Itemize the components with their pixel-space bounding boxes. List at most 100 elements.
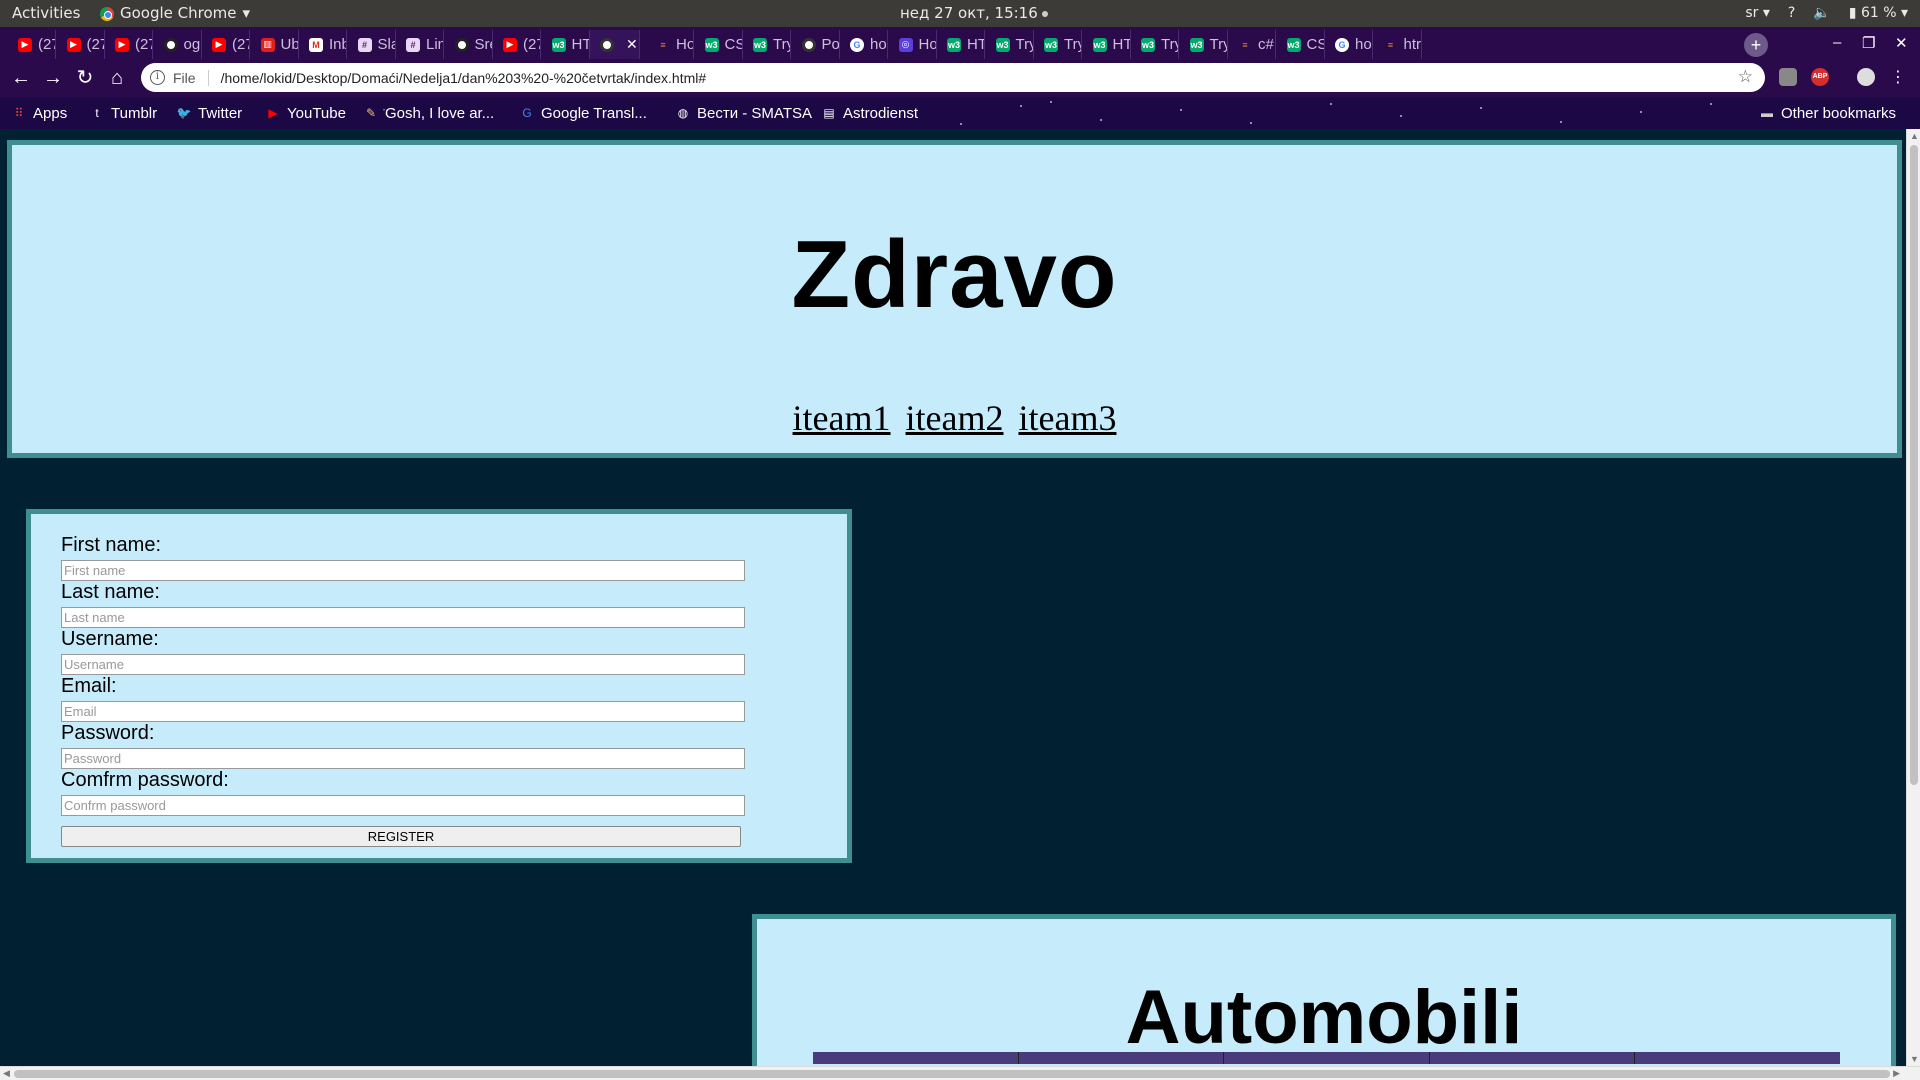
bookmark-item[interactable]: ✎ Gosh, I love ar... [364, 97, 494, 129]
bookmark-item[interactable]: t Tumblr [90, 97, 157, 129]
back-icon[interactable]: ← [9, 66, 33, 90]
chrome-icon [100, 6, 114, 21]
home-icon[interactable]: ⌂ [105, 66, 129, 90]
browser-tab[interactable]: M Inb [299, 30, 347, 59]
clock[interactable]: нед 27 окт, 15:16 [900, 0, 1048, 27]
tab-label: Ho [918, 36, 937, 53]
app-menu[interactable]: Google Chrome ▾ [100, 0, 250, 27]
system-tray[interactable]: sr ▾ ? 🔈 ▮ 61 % ▾ [1745, 0, 1908, 27]
browser-tab[interactable]: Sre [445, 30, 493, 59]
confirm-password-field[interactable] [61, 795, 745, 816]
browser-tab[interactable]: w3 Try [1034, 30, 1082, 59]
slack-icon: # [357, 37, 372, 52]
table-header-cell [1430, 1052, 1636, 1064]
first-name-field[interactable] [61, 560, 745, 581]
clock-label: нед 27 окт, 15:16 [900, 4, 1038, 22]
register-button[interactable]: REGISTER [61, 826, 741, 847]
battery-indicator[interactable]: ▮ 61 % ▾ [1849, 0, 1908, 27]
adblock-icon[interactable]: ABP [1811, 68, 1829, 86]
browser-tab[interactable]: # Sla [348, 30, 396, 59]
bookmark-item[interactable]: G Google Transl... [520, 97, 647, 129]
browser-tab[interactable]: ▶ (27 [493, 30, 541, 59]
reload-icon[interactable]: ↻ [73, 66, 97, 90]
twitter-icon: 🐦 [176, 106, 192, 120]
forward-icon[interactable]: → [41, 66, 65, 90]
username-field[interactable] [61, 654, 745, 675]
tab-strip: ▶ (27 ▶ (27 ▶ (27 og ▶ (27 ▥ Ub M Inb # Sla # Lin Sre ▶ (27… [0, 27, 1920, 59]
restore-icon[interactable]: ❐ [1862, 34, 1875, 52]
page-nav: iteam1 iteam2 iteam3 [12, 397, 1897, 439]
horizontal-scrollbar[interactable]: ◀ ▶ [0, 1066, 1920, 1080]
other-bookmarks[interactable]: ▬ Other bookmarks [1760, 97, 1896, 129]
tab-label: Po [821, 36, 840, 53]
browser-tab[interactable]: w3 HT [937, 30, 985, 59]
browser-tab[interactable]: ≡ c# [1228, 30, 1276, 59]
scroll-right-icon[interactable]: ▶ [1893, 1068, 1900, 1079]
youtube-icon: ▶ [115, 37, 129, 52]
bookmark-item[interactable]: 🐦 Twitter [176, 97, 243, 129]
bookmark-item[interactable]: ▤ Astrodienst [822, 97, 918, 129]
browser-tab[interactable]: w3 HT [1083, 30, 1131, 59]
nav-link-iteam1[interactable]: iteam1 [793, 398, 891, 438]
scroll-up-icon[interactable]: ▲ [1910, 131, 1919, 141]
w3schools-icon: w3 [1092, 37, 1107, 52]
browser-tab[interactable]: w3 Try [1180, 30, 1228, 59]
browser-tab[interactable]: ▶ (27 [8, 30, 56, 59]
scrollbar-thumb[interactable] [1910, 145, 1918, 785]
browser-tab[interactable]: ✕ [590, 30, 640, 59]
browser-tab[interactable]: ▶ (27 [105, 30, 153, 59]
extension-icon[interactable] [1779, 68, 1797, 86]
browser-tab[interactable]: Gho [840, 30, 888, 59]
table-header-cell [1224, 1052, 1430, 1064]
email-field[interactable] [61, 701, 745, 722]
browser-tab[interactable]: ◎ Ho [889, 30, 937, 59]
browser-tab[interactable]: ▶ (27 [202, 30, 250, 59]
browser-tab[interactable]: ≡ htr [1374, 30, 1422, 59]
scroll-down-icon[interactable]: ▼ [1910, 1054, 1919, 1064]
star-decoration [1640, 111, 1642, 113]
w3schools-icon: w3 [1044, 37, 1058, 52]
scrollbar-thumb[interactable] [14, 1070, 1890, 1078]
browser-tab[interactable]: ▥ Ub [251, 30, 299, 59]
bookmark-item[interactable]: ◍ Вести - SMATSA [676, 97, 812, 129]
scroll-left-icon[interactable]: ◀ [3, 1068, 10, 1079]
browser-tab[interactable]: ▶ (27 [57, 30, 105, 59]
bookmark-item[interactable]: ▶ YouTube [266, 97, 346, 129]
profile-avatar-icon[interactable] [1857, 68, 1875, 86]
activities-button[interactable]: Activities [12, 0, 80, 27]
bookmark-item[interactable]: ⠿ Apps [12, 97, 68, 129]
url-text[interactable]: /home/lokid/Desktop/Domaći/Nedelja1/dan%… [221, 70, 707, 86]
keyboard-layout-label: sr [1745, 5, 1759, 21]
help-icon[interactable]: ? [1788, 0, 1795, 27]
new-tab-button[interactable]: + [1744, 33, 1768, 57]
info-icon[interactable]: i [150, 70, 165, 85]
browser-tab[interactable]: w3 Try [1131, 30, 1179, 59]
password-field[interactable] [61, 748, 745, 769]
table-header-cell [813, 1052, 1019, 1064]
nav-link-iteam3[interactable]: iteam3 [1018, 398, 1116, 438]
w3schools-icon: w3 [947, 37, 961, 52]
browser-tab[interactable]: # Lin [396, 30, 444, 59]
star-decoration [960, 123, 962, 125]
nav-link-iteam2[interactable]: iteam2 [906, 398, 1004, 438]
browser-tab[interactable]: w3 HT [542, 30, 590, 59]
browser-tab[interactable]: w3 CS [1277, 30, 1325, 59]
menu-kebab-icon[interactable]: ⋮ [1886, 66, 1910, 90]
bookmark-star-icon[interactable]: ☆ [1738, 67, 1753, 87]
volume-icon[interactable]: 🔈 [1813, 0, 1830, 27]
keyboard-layout-indicator[interactable]: sr ▾ [1745, 0, 1770, 27]
close-window-icon[interactable]: ✕ [1895, 34, 1908, 52]
browser-tab[interactable]: w3 CS [695, 30, 743, 59]
address-bar[interactable]: i File /home/lokid/Desktop/Domaći/Nedelj… [141, 63, 1765, 92]
browser-tab[interactable]: og [154, 30, 202, 59]
tab-label: Ub [280, 36, 299, 53]
browser-tab[interactable]: w3 Try [986, 30, 1034, 59]
browser-tab[interactable]: w3 Try [743, 30, 791, 59]
tab-close-icon[interactable]: ✕ [626, 36, 638, 53]
browser-tab[interactable]: Po [792, 30, 840, 59]
last-name-field[interactable] [61, 607, 745, 628]
vertical-scrollbar[interactable]: ▲ ▼ [1906, 129, 1920, 1066]
minimize-icon[interactable]: – [1833, 34, 1841, 51]
browser-tab[interactable]: Gho [1325, 30, 1373, 59]
browser-tab[interactable]: ≡ Ho [646, 30, 694, 59]
